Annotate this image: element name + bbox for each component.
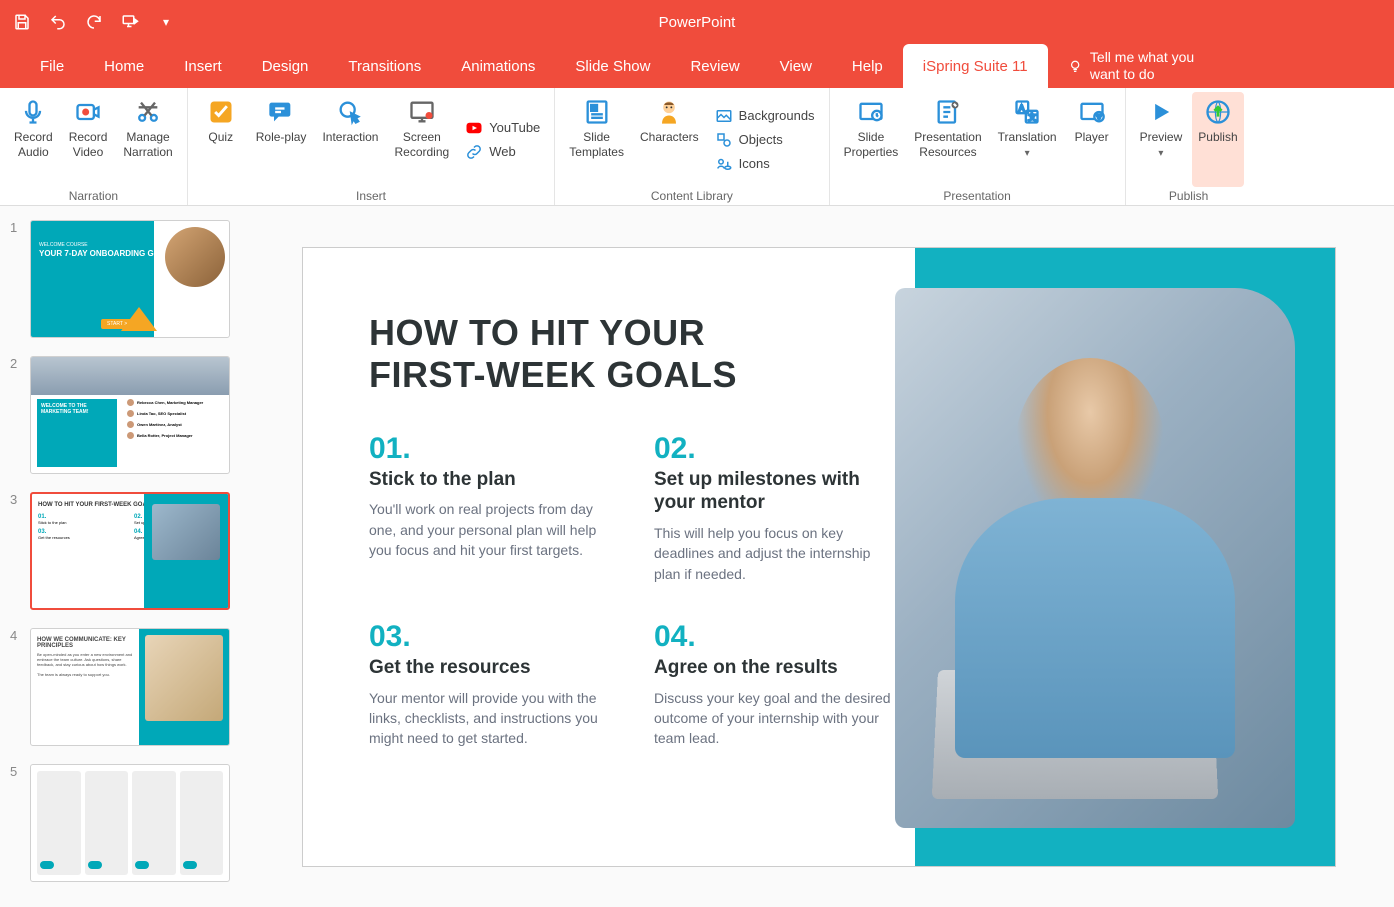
menu-home[interactable]: Home — [84, 44, 164, 88]
app-title: PowerPoint — [659, 14, 736, 31]
scissors-icon — [132, 96, 164, 128]
slide-photo — [895, 288, 1295, 828]
tell-me-search[interactable]: Tell me what you want to do — [1048, 49, 1228, 83]
resources-icon — [932, 96, 964, 128]
current-slide[interactable]: HOW TO HIT YOURFIRST-WEEK GOALS 01. Stic… — [302, 247, 1336, 867]
objects-icon — [715, 131, 733, 149]
youtube-icon — [465, 119, 483, 137]
menu-slideshow[interactable]: Slide Show — [555, 44, 670, 88]
ribbon-group-presentation: SlideProperties PresentationResources A文… — [830, 88, 1126, 205]
objects-button[interactable]: Objects — [715, 131, 815, 149]
slideprops-icon — [855, 96, 887, 128]
start-from-beginning-icon[interactable] — [120, 12, 140, 32]
backgrounds-icon — [715, 107, 733, 125]
thumbnail-5[interactable]: 5 — [10, 764, 234, 882]
characters-icon — [653, 96, 685, 128]
translation-button[interactable]: A文 Translation▾ — [992, 92, 1063, 187]
goal-2[interactable]: 02. Set up milestones with your mentor T… — [654, 432, 899, 584]
ribbon-group-insert: Quiz Role-play Interaction ScreenRecordi… — [188, 88, 556, 205]
title-bar: ▾ PowerPoint — [0, 0, 1394, 44]
player-icon — [1076, 96, 1108, 128]
thumbnail-2[interactable]: 2 WELCOME TO THE MARKETING TEAM! Rebecca… — [10, 356, 234, 474]
publish-icon — [1202, 96, 1234, 128]
quick-access-toolbar: ▾ — [12, 12, 176, 32]
translation-icon: A文 — [1011, 96, 1043, 128]
preview-button[interactable]: Preview▾ — [1134, 92, 1189, 187]
menu-bar: File Home Insert Design Transitions Anim… — [0, 44, 1394, 88]
menu-file[interactable]: File — [20, 44, 84, 88]
slide-title[interactable]: HOW TO HIT YOURFIRST-WEEK GOALS — [369, 312, 737, 397]
redo-icon[interactable] — [84, 12, 104, 32]
mic-icon — [17, 96, 49, 128]
lightbulb-icon — [1068, 57, 1082, 75]
player-button[interactable]: Player — [1067, 92, 1117, 187]
thumbnail-3[interactable]: 3 HOW TO HIT YOUR FIRST-WEEK GOALS 01.St… — [10, 492, 234, 610]
characters-button[interactable]: Characters — [634, 92, 705, 187]
interaction-icon — [334, 96, 366, 128]
slide-goals-grid[interactable]: 01. Stick to the plan You'll work on rea… — [369, 432, 899, 749]
quiz-button[interactable]: Quiz — [196, 92, 246, 187]
menu-view[interactable]: View — [760, 44, 832, 88]
camera-icon — [72, 96, 104, 128]
presentation-resources-button[interactable]: PresentationResources — [908, 92, 987, 187]
menu-ispring[interactable]: iSpring Suite 11 — [903, 44, 1048, 88]
slide-templates-button[interactable]: SlideTemplates — [563, 92, 630, 187]
thumbnail-4[interactable]: 4 HOW WE COMMUNICATE: KEY PRINCIPLESBe o… — [10, 628, 234, 746]
menu-transitions[interactable]: Transitions — [328, 44, 441, 88]
screen-recording-button[interactable]: ScreenRecording — [388, 92, 455, 187]
svg-text:文: 文 — [1028, 112, 1036, 122]
goal-4[interactable]: 04. Agree on the results Discuss your ke… — [654, 620, 899, 749]
quiz-icon — [205, 96, 237, 128]
slide-canvas[interactable]: HOW TO HIT YOURFIRST-WEEK GOALS 01. Stic… — [244, 206, 1394, 907]
svg-text:A: A — [1019, 104, 1025, 113]
chevron-down-icon: ▾ — [1025, 148, 1030, 159]
icons-icon — [715, 155, 733, 173]
menu-insert[interactable]: Insert — [164, 44, 242, 88]
ribbon-group-publish: Preview▾ Publish Publish — [1126, 88, 1252, 205]
goal-3[interactable]: 03. Get the resources Your mentor will p… — [369, 620, 614, 749]
ribbon-group-narration: RecordAudio RecordVideo ManageNarration … — [0, 88, 188, 205]
interaction-button[interactable]: Interaction — [316, 92, 384, 187]
undo-icon[interactable] — [48, 12, 68, 32]
backgrounds-button[interactable]: Backgrounds — [715, 107, 815, 125]
tell-me-label: Tell me what you want to do — [1090, 49, 1228, 83]
menu-help[interactable]: Help — [832, 44, 903, 88]
record-audio-button[interactable]: RecordAudio — [8, 92, 59, 187]
menu-animations[interactable]: Animations — [441, 44, 555, 88]
roleplay-icon — [265, 96, 297, 128]
screenrec-icon — [406, 96, 438, 128]
menu-review[interactable]: Review — [670, 44, 759, 88]
slide-thumbnail-panel[interactable]: 1 WELCOME COURSEYOUR 7-DAY ONBOARDING GU… — [0, 206, 244, 907]
thumbnail-1[interactable]: 1 WELCOME COURSEYOUR 7-DAY ONBOARDING GU… — [10, 220, 234, 338]
roleplay-button[interactable]: Role-play — [250, 92, 313, 187]
chevron-down-icon: ▾ — [1158, 148, 1163, 159]
icons-button[interactable]: Icons — [715, 155, 815, 173]
web-button[interactable]: Web — [465, 143, 540, 161]
save-icon[interactable] — [12, 12, 32, 32]
workspace: 1 WELCOME COURSEYOUR 7-DAY ONBOARDING GU… — [0, 206, 1394, 907]
customize-qat-icon[interactable]: ▾ — [156, 12, 176, 32]
preview-icon — [1145, 96, 1177, 128]
record-video-button[interactable]: RecordVideo — [63, 92, 114, 187]
link-icon — [465, 143, 483, 161]
templates-icon — [581, 96, 613, 128]
ribbon: RecordAudio RecordVideo ManageNarration … — [0, 88, 1394, 206]
ribbon-group-content-library: SlideTemplates Characters Backgrounds Ob… — [555, 88, 829, 205]
slide-properties-button[interactable]: SlideProperties — [838, 92, 905, 187]
goal-1[interactable]: 01. Stick to the plan You'll work on rea… — [369, 432, 614, 584]
menu-design[interactable]: Design — [242, 44, 329, 88]
youtube-button[interactable]: YouTube — [465, 119, 540, 137]
manage-narration-button[interactable]: ManageNarration — [117, 92, 178, 187]
publish-button[interactable]: Publish — [1192, 92, 1243, 187]
